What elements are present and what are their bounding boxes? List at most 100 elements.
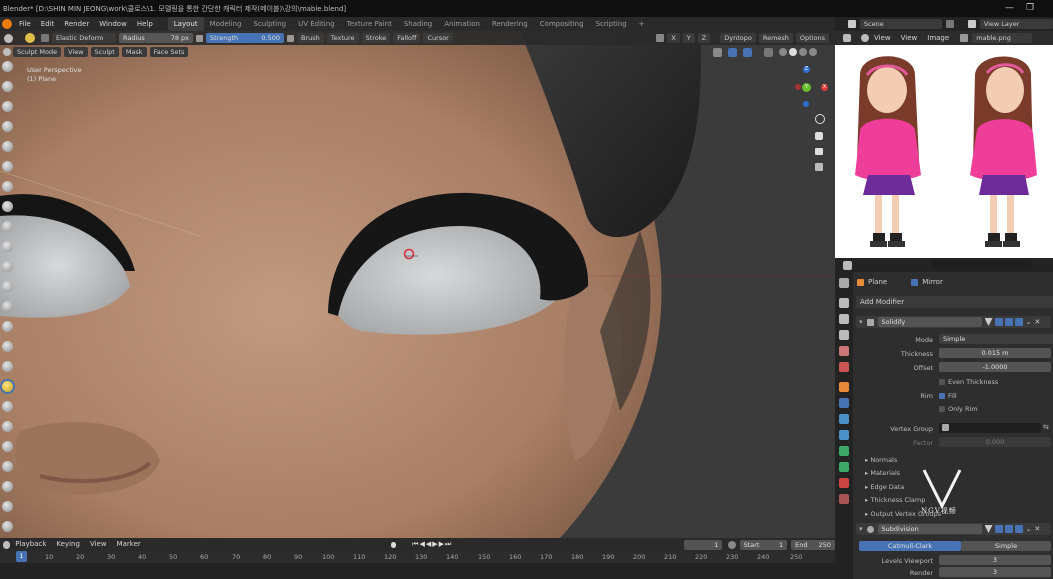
draw-brush-icon[interactable] — [2, 61, 13, 72]
nudge-brush-icon[interactable] — [2, 461, 13, 472]
invert-vertex-group-icon[interactable]: ⇆ — [1043, 423, 1049, 431]
keying-menu[interactable]: Keying — [51, 538, 85, 551]
tool-tab-icon[interactable] — [839, 278, 849, 288]
pinch-brush-icon[interactable] — [2, 341, 13, 352]
flatten-brush-icon[interactable] — [2, 261, 13, 272]
texture-tab-icon[interactable] — [839, 494, 849, 504]
3d-viewport[interactable]: Elastic Deform Radius 78 px Strength 0.500… — [0, 31, 835, 538]
collapse-chevron-icon[interactable]: ▾ — [859, 318, 863, 326]
strength-pressure-icon[interactable] — [287, 34, 294, 42]
elastic-deform-brush-icon[interactable] — [2, 381, 13, 392]
draw-sharp-brush-icon[interactable] — [2, 81, 13, 92]
collapse-chevron-icon[interactable]: ▾ — [859, 525, 863, 533]
xray-toggle-icon[interactable] — [764, 47, 773, 57]
overlay-toggle-icon[interactable] — [743, 47, 752, 57]
gizmo-neg-x[interactable] — [795, 84, 801, 90]
brush-menu[interactable]: Brush — [297, 33, 324, 43]
factor-field[interactable]: 0.000 — [939, 437, 1051, 447]
crease-brush-icon[interactable] — [2, 221, 13, 232]
viewport-toggle-icon[interactable] — [1004, 318, 1013, 326]
remove-modifier-icon[interactable]: ✕ — [1034, 525, 1040, 533]
cursor-menu[interactable]: Cursor — [423, 33, 453, 43]
pose-brush-icon[interactable] — [2, 441, 13, 452]
view-menu[interactable]: View — [64, 47, 88, 57]
fill-brush-icon[interactable] — [2, 281, 13, 292]
blender-logo-icon[interactable] — [2, 19, 12, 29]
editor-type-icon[interactable] — [4, 33, 13, 43]
radius-pressure-icon[interactable] — [196, 34, 203, 42]
gizmo-neg-z[interactable] — [803, 101, 809, 107]
materials-subpanel[interactable]: ▸ Materials — [865, 469, 900, 477]
boundary-brush-icon[interactable] — [2, 521, 13, 532]
scene-field[interactable]: Scene — [859, 19, 942, 29]
record-button-icon[interactable] — [390, 541, 397, 548]
scrape-brush-icon[interactable] — [2, 301, 13, 312]
camera-icon[interactable] — [815, 148, 823, 155]
zoom-icon[interactable] — [815, 114, 825, 124]
thickness-clamp-subpanel[interactable]: ▸ Thickness Clamp — [865, 496, 925, 504]
minimize-button[interactable]: — — [1005, 3, 1014, 13]
image-name-field[interactable]: mable.png — [972, 33, 1033, 43]
subdivision-name-field[interactable]: Subdivision — [877, 524, 982, 534]
add-workspace-button[interactable]: + — [633, 17, 651, 31]
falloff-menu[interactable]: Falloff — [393, 33, 421, 43]
view-layer-tab-icon[interactable] — [839, 330, 849, 340]
simple-option[interactable]: Simple — [961, 541, 1051, 551]
slide-relax-brush-icon[interactable] — [2, 501, 13, 512]
image-browse-icon[interactable] — [960, 34, 969, 42]
solidify-name-field[interactable]: Solidify — [877, 317, 982, 327]
brush-fake-user-icon[interactable] — [41, 34, 49, 42]
timeline-view-menu[interactable]: View — [85, 538, 112, 551]
catmull-clark-option[interactable]: Catmull-Clark — [859, 541, 961, 551]
cage-toggle-icon[interactable] — [994, 318, 1003, 326]
properties-search-input[interactable] — [932, 260, 1032, 270]
image-editor-mode-icon[interactable] — [861, 34, 869, 42]
options-menu[interactable]: Options — [795, 33, 829, 43]
subdivision-modifier-header[interactable]: ▾ Subdivision ⌄ ✕ — [856, 523, 1051, 535]
marker-menu[interactable]: Marker — [112, 538, 146, 551]
solidify-modifier-header[interactable]: ▾ Solidify ⌄ ✕ — [856, 316, 1051, 328]
remove-modifier-icon[interactable]: ✕ — [1034, 318, 1040, 326]
cage-toggle-icon[interactable] — [994, 525, 1003, 533]
image-editor-type-icon[interactable] — [843, 34, 851, 42]
strength-field[interactable]: Strength 0.500 — [206, 33, 284, 43]
modifier-tab-icon[interactable] — [839, 398, 849, 408]
mask-menu[interactable]: Mask — [121, 47, 147, 57]
edit-mode-toggle-icon[interactable] — [984, 318, 993, 326]
material-tab-icon[interactable] — [839, 478, 849, 488]
vertex-group-field[interactable] — [939, 423, 1041, 433]
world-tab-icon[interactable] — [839, 362, 849, 372]
preview-range-clock-icon[interactable] — [728, 540, 736, 549]
smooth-brush-icon[interactable] — [2, 241, 13, 252]
tab-compositing[interactable]: Compositing — [534, 17, 590, 31]
fill-checkbox[interactable]: Fill — [939, 392, 957, 400]
modifier-menu-icon[interactable]: ⌄ — [1026, 525, 1032, 533]
blob-brush-icon[interactable] — [2, 201, 13, 212]
render-toggle-icon[interactable] — [1014, 318, 1023, 326]
layer-brush-icon[interactable] — [2, 161, 13, 172]
gizmo-y-axis[interactable]: Y — [802, 83, 811, 92]
fill-check-icon[interactable] — [939, 393, 945, 399]
timeline-ruler[interactable]: 1 10 20 30 40 50 60 70 80 90 100 110 120… — [0, 551, 835, 563]
shading-solid-icon[interactable] — [789, 48, 797, 56]
gizmo-z-axis[interactable]: Z — [803, 66, 810, 73]
texture-menu[interactable]: Texture — [326, 33, 359, 43]
playback-controls[interactable]: ⏮◀◀▶▶⏭ — [412, 540, 452, 549]
image-view-menu-2[interactable]: View — [896, 31, 923, 45]
end-frame-field[interactable]: End 250 — [791, 539, 835, 550]
menu-render[interactable]: Render — [59, 17, 94, 31]
perspective-grid-icon[interactable] — [815, 163, 823, 171]
physics-tab-icon[interactable] — [839, 430, 849, 440]
image-menu[interactable]: Image — [922, 31, 954, 45]
mode-dropdown[interactable]: Simple — [939, 334, 1053, 344]
playback-menu[interactable]: Playback — [10, 538, 51, 551]
timeline-editor-type-icon[interactable] — [3, 540, 11, 549]
tab-sculpting[interactable]: Sculpting — [247, 17, 292, 31]
symmetry-lock-icon[interactable] — [656, 34, 665, 42]
stroke-menu[interactable]: Stroke — [361, 33, 391, 43]
normals-subpanel[interactable]: ▸ Normals — [865, 456, 897, 464]
viewport-toggle-icon[interactable] — [1004, 525, 1013, 533]
thickness-field[interactable]: 0.015 m — [939, 348, 1051, 358]
tab-layout[interactable]: Layout — [167, 17, 204, 31]
menu-file[interactable]: File — [14, 17, 36, 31]
